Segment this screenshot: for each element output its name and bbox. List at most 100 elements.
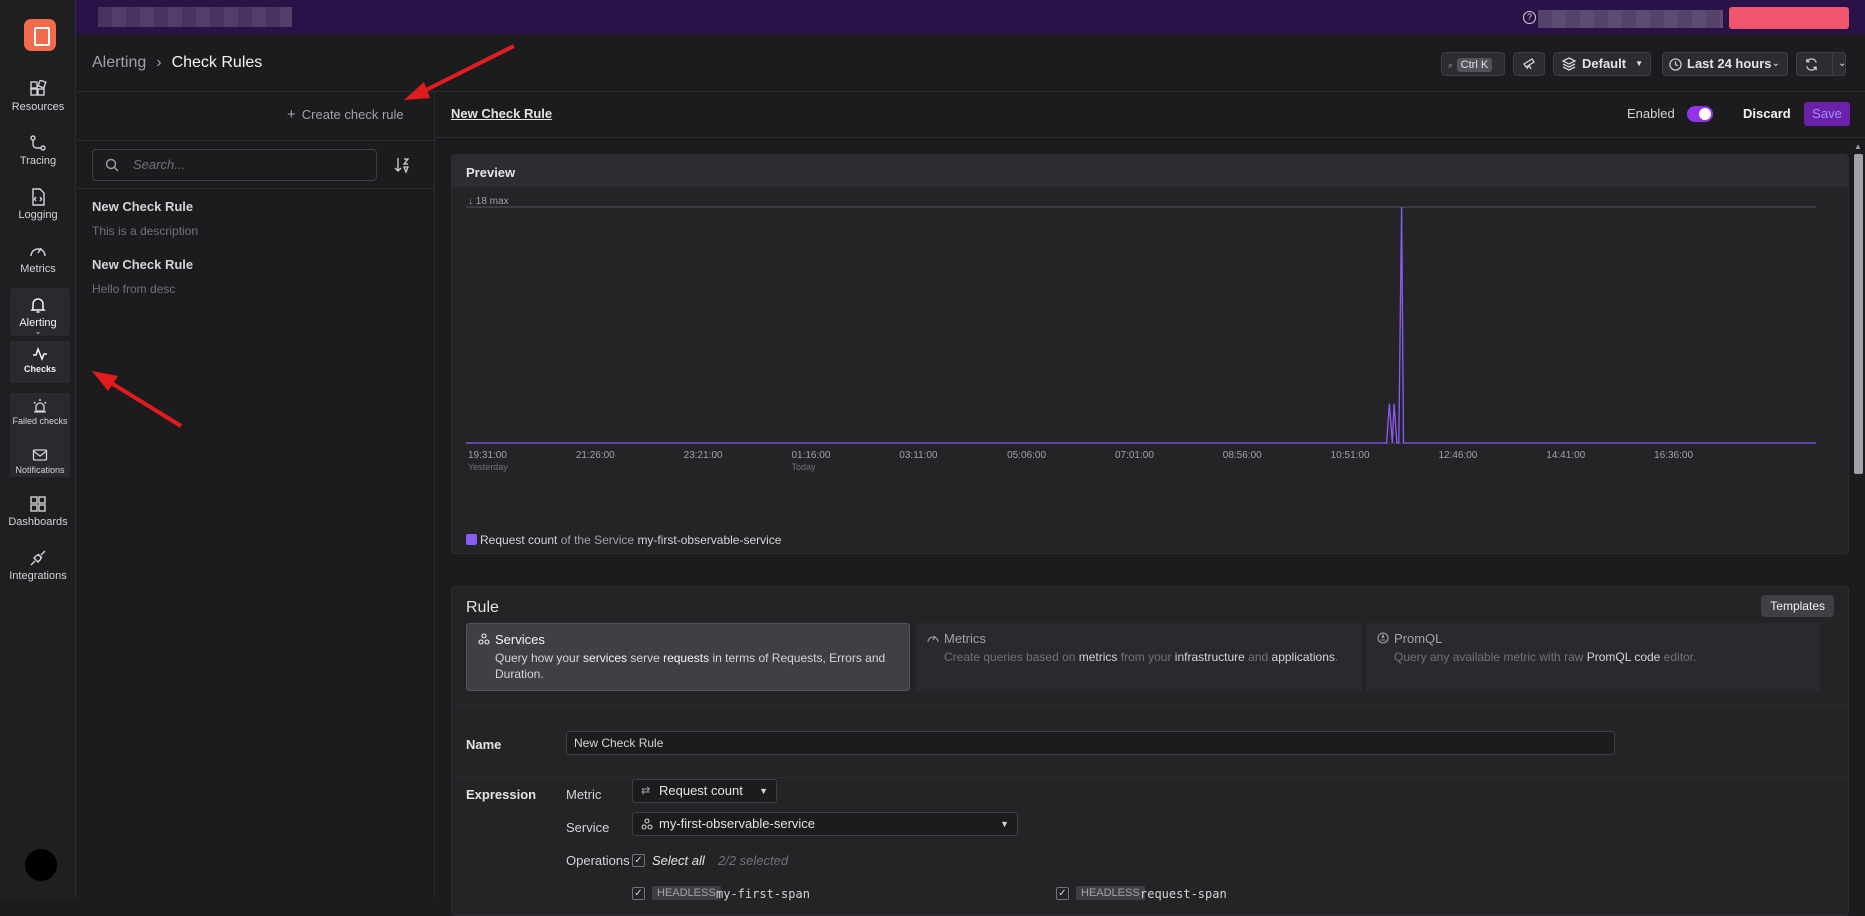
caret-down-icon: ▼	[759, 786, 768, 796]
x-tick-label: 01:16:00	[791, 450, 830, 461]
nav-label: Dashboards	[8, 516, 68, 528]
shortcut-key: Ctrl K	[1456, 58, 1493, 72]
operation-checkbox[interactable]: ✓	[1056, 887, 1069, 900]
x-tick-sublabel: Today	[791, 462, 816, 472]
discard-button[interactable]: Discard	[1743, 106, 1791, 121]
selected-count: 2/2 selected	[718, 853, 789, 868]
legend-connector: of the Service	[557, 533, 638, 547]
search-icon: ⌕	[1448, 60, 1454, 70]
environment-select[interactable]: Default ▼	[1553, 52, 1651, 76]
nav-label: Logging	[18, 209, 58, 221]
caret-down-icon: ▼	[1000, 819, 1009, 829]
chevron-down-icon[interactable]: ⌄	[1832, 53, 1846, 75]
operation-name: request-span	[1140, 887, 1227, 901]
help-icon[interactable]: ?	[1523, 11, 1536, 24]
preview-chart: ↓ 18 max 19:31:00Yesterday 21:26:00 23:21:0…	[466, 196, 1816, 472]
select-all-label: Select all	[652, 853, 705, 868]
operation-checkbox[interactable]: ✓	[632, 887, 645, 900]
nav-sub-checks[interactable]: Checks	[10, 341, 70, 383]
services-icon	[641, 818, 653, 830]
nav-alerting[interactable]: Alerting ⌄	[4, 296, 72, 336]
redacted-account-button[interactable]	[1729, 7, 1849, 29]
nav-resources[interactable]: Resources	[4, 80, 72, 113]
nav-tracing[interactable]: Tracing	[4, 134, 72, 167]
query-type-metrics[interactable]: Metrics Create queries based on metrics …	[916, 623, 1362, 691]
service-select[interactable]: my-first-observable-service ▼	[632, 812, 1018, 836]
x-tick-label: 16:36:00	[1654, 450, 1693, 461]
telescope-button[interactable]	[1513, 52, 1545, 76]
preview-heading: Preview	[452, 155, 1848, 187]
nav-label: Metrics	[20, 263, 56, 275]
nav-sub-failed-checks[interactable]: Failed checks	[10, 393, 70, 443]
time-range-select[interactable]: Last 24 hours ⌄	[1662, 52, 1788, 76]
nav-sub-label: Failed checks	[12, 416, 68, 426]
x-tick-label: 05:06:00	[1007, 450, 1046, 461]
nav-logging[interactable]: Logging	[4, 188, 72, 221]
nav-dashboards[interactable]: Dashboards	[4, 495, 72, 528]
clock-icon	[1669, 58, 1682, 71]
query-type-services[interactable]: Services Query how your services serve r…	[466, 623, 910, 691]
chart-legend: Request count of the Service my-first-ob…	[466, 533, 781, 547]
divider	[452, 777, 1848, 778]
logging-icon	[32, 188, 45, 206]
search-placeholder: Search...	[133, 157, 186, 172]
select-all-checkbox[interactable]: ✓	[632, 854, 645, 867]
check-rules-list-panel: + Create check rule Search... New Check R…	[77, 92, 435, 898]
dashboard-icon	[30, 496, 46, 512]
operations-label: Operations	[566, 853, 630, 868]
refresh-button[interactable]: ⌄	[1796, 52, 1846, 76]
user-avatar[interactable]	[25, 849, 57, 881]
name-input[interactable]: New Check Rule	[566, 731, 1615, 755]
x-tick-label: 03:11:00	[899, 450, 938, 461]
search-input[interactable]: Search...	[92, 149, 377, 181]
x-tick-label: 08:56:00	[1223, 450, 1262, 461]
rule-description: Hello from desc	[92, 282, 176, 296]
enabled-toggle[interactable]	[1687, 106, 1713, 122]
breadcrumb-parent[interactable]: Alerting	[92, 54, 146, 71]
nav-integrations[interactable]: Integrations	[4, 549, 72, 582]
siren-icon	[33, 399, 47, 413]
plug-icon	[30, 550, 46, 566]
query-type-promql[interactable]: PromQL Query any available metric with r…	[1366, 623, 1820, 691]
rule-name-title[interactable]: New Check Rule	[451, 106, 552, 121]
bell-icon	[30, 298, 46, 313]
nav-metrics[interactable]: Metrics	[4, 242, 72, 275]
nav-label: Resources	[11, 101, 65, 113]
x-tick-label: 23:21:00	[684, 450, 723, 461]
service-value: my-first-observable-service	[659, 816, 816, 831]
nav-sub-label: Checks	[23, 364, 57, 374]
rule-editor: New Check Rule Enabled Discard Save ▲ Pr…	[435, 92, 1865, 916]
nav-label: Tracing	[19, 155, 57, 167]
x-tick-label: 21:26:00	[576, 450, 615, 461]
layers-icon	[1562, 57, 1576, 71]
divider	[77, 140, 435, 141]
x-tick-label: 07:01:00	[1115, 450, 1154, 461]
app-logo[interactable]	[24, 19, 56, 51]
query-type-title: Metrics	[944, 631, 986, 646]
save-button[interactable]: Save	[1804, 102, 1850, 126]
query-type-title: PromQL	[1394, 631, 1443, 646]
templates-button[interactable]: Templates	[1761, 595, 1834, 617]
scrollbar-thumb[interactable]	[1854, 154, 1863, 474]
divider	[452, 705, 1848, 706]
rule-heading: Rule	[466, 599, 499, 616]
legend-service: my-first-observable-service	[637, 533, 782, 547]
create-check-rule-button[interactable]: + Create check rule	[287, 106, 404, 123]
sort-icon[interactable]	[393, 156, 411, 174]
list-item[interactable]: New Check Rule Hello from desc	[92, 257, 193, 296]
gauge-icon	[927, 635, 939, 643]
command-palette-button[interactable]: ⌕ Ctrl K	[1441, 52, 1505, 76]
redacted-org-name	[98, 7, 292, 27]
metric-select[interactable]: ⇄ Request count ▼	[632, 779, 777, 803]
name-label: Name	[466, 737, 502, 752]
list-item[interactable]: New Check Rule This is a description	[92, 199, 198, 238]
nav-sub-label: Notifications	[15, 465, 65, 475]
legend-metric: Request count	[480, 533, 558, 547]
telescope-icon	[1523, 58, 1535, 70]
query-type-description: Query how your services serve requests i…	[495, 651, 886, 681]
environment-value: Default	[1582, 56, 1627, 71]
nav-label: Integrations	[9, 570, 67, 582]
nav-sub-notifications[interactable]: Notifications	[10, 443, 70, 477]
scroll-up-arrow[interactable]: ▲	[1854, 142, 1862, 151]
page-header: Alerting › Check Rules ⌕ Ctrl K Default ▼ …	[77, 34, 1865, 92]
